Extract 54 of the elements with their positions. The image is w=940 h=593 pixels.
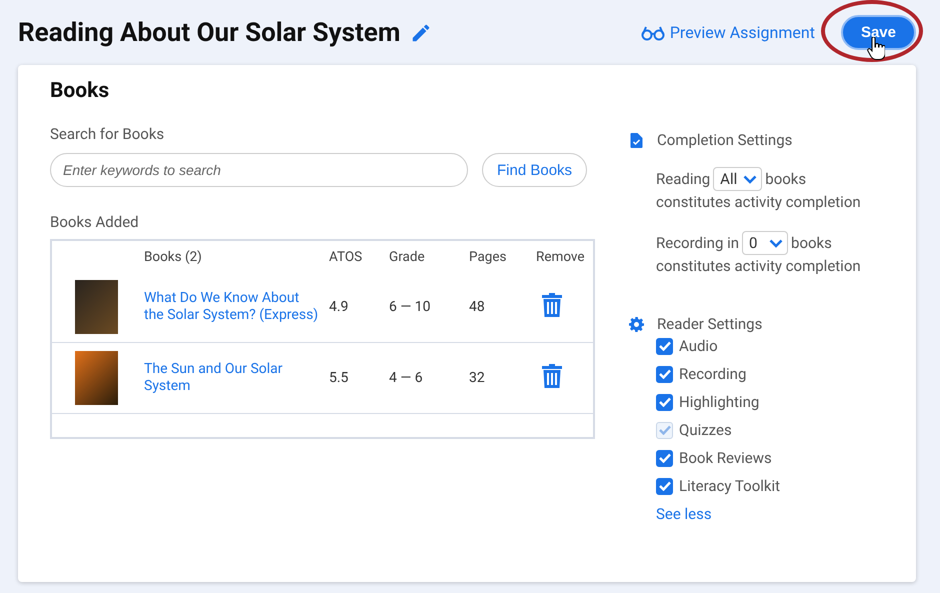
completion-settings-heading: Completion Settings — [657, 131, 792, 149]
rule-text: constitutes activity completion — [656, 192, 862, 213]
gear-icon — [629, 316, 644, 332]
rule-text: constitutes activity completion — [656, 256, 862, 277]
see-less-link[interactable]: See less — [656, 505, 884, 523]
grade-cell-text: 4 — 6 — [388, 370, 424, 386]
checkbox[interactable] — [656, 366, 673, 382]
rule-text: books — [765, 169, 806, 190]
option-label: Recording — [679, 365, 746, 383]
rule-text: Reading — [656, 169, 710, 190]
option-label: Highlighting — [679, 393, 760, 411]
preview-assignment-link[interactable]: Preview Assignment — [640, 23, 815, 42]
trash-icon[interactable] — [542, 364, 562, 388]
find-books-button[interactable]: Find Books — [482, 153, 588, 187]
checkbox[interactable] — [656, 338, 673, 354]
chevron-down-icon — [769, 238, 784, 248]
save-button[interactable]: Save — [840, 15, 916, 50]
search-label: Search for Books — [50, 125, 166, 143]
option-label: Quizzes — [679, 421, 732, 439]
assignment-title: Reading About Our Solar System — [18, 18, 400, 48]
book-cover-placeholder — [74, 351, 118, 405]
books-added-label: Books Added — [50, 213, 140, 231]
atos-cell-text: 4.9 — [328, 299, 350, 315]
option-label: Literacy Toolkit — [679, 477, 780, 495]
search-field[interactable]: Enter keywords to search — [50, 153, 468, 187]
book-title-link[interactable]: The Sun and Our Solar System — [144, 361, 321, 395]
document-check-icon — [629, 132, 644, 148]
grade-cell-text: 6 — 10 — [388, 299, 432, 315]
column-header: Remove — [535, 248, 586, 264]
column-header: ATOS — [328, 248, 364, 264]
column-header: Books (2) — [143, 248, 203, 264]
trash-icon[interactable] — [542, 293, 562, 317]
count-dropdown[interactable]: All — [713, 167, 762, 191]
option-label: Audio — [679, 337, 718, 355]
chevron-down-icon — [743, 174, 758, 184]
pencil-icon[interactable] — [410, 22, 432, 44]
checkbox[interactable] — [656, 394, 673, 410]
reader-settings-heading: Reader Settings — [657, 315, 762, 333]
column-header: Pages — [468, 248, 508, 264]
pages-cell-text: 32 — [468, 370, 486, 386]
checkbox[interactable] — [656, 450, 673, 466]
rule-text: Recording in — [656, 233, 740, 254]
pages-cell-text: 48 — [468, 299, 486, 315]
count-dropdown[interactable]: 0 — [742, 231, 788, 255]
book-cover-placeholder — [74, 280, 118, 334]
glasses-icon — [640, 24, 665, 40]
option-label: Book Reviews — [679, 449, 772, 467]
column-header: Grade — [388, 248, 426, 264]
book-title-link[interactable]: What Do We Know About the Solar System? (Express) — [144, 290, 321, 324]
atos-cell-text: 5.5 — [328, 370, 350, 386]
rule-text: books — [791, 233, 832, 254]
books-heading: Books — [50, 79, 110, 103]
hand-cursor-icon — [866, 37, 885, 61]
checkbox[interactable] — [656, 478, 673, 494]
